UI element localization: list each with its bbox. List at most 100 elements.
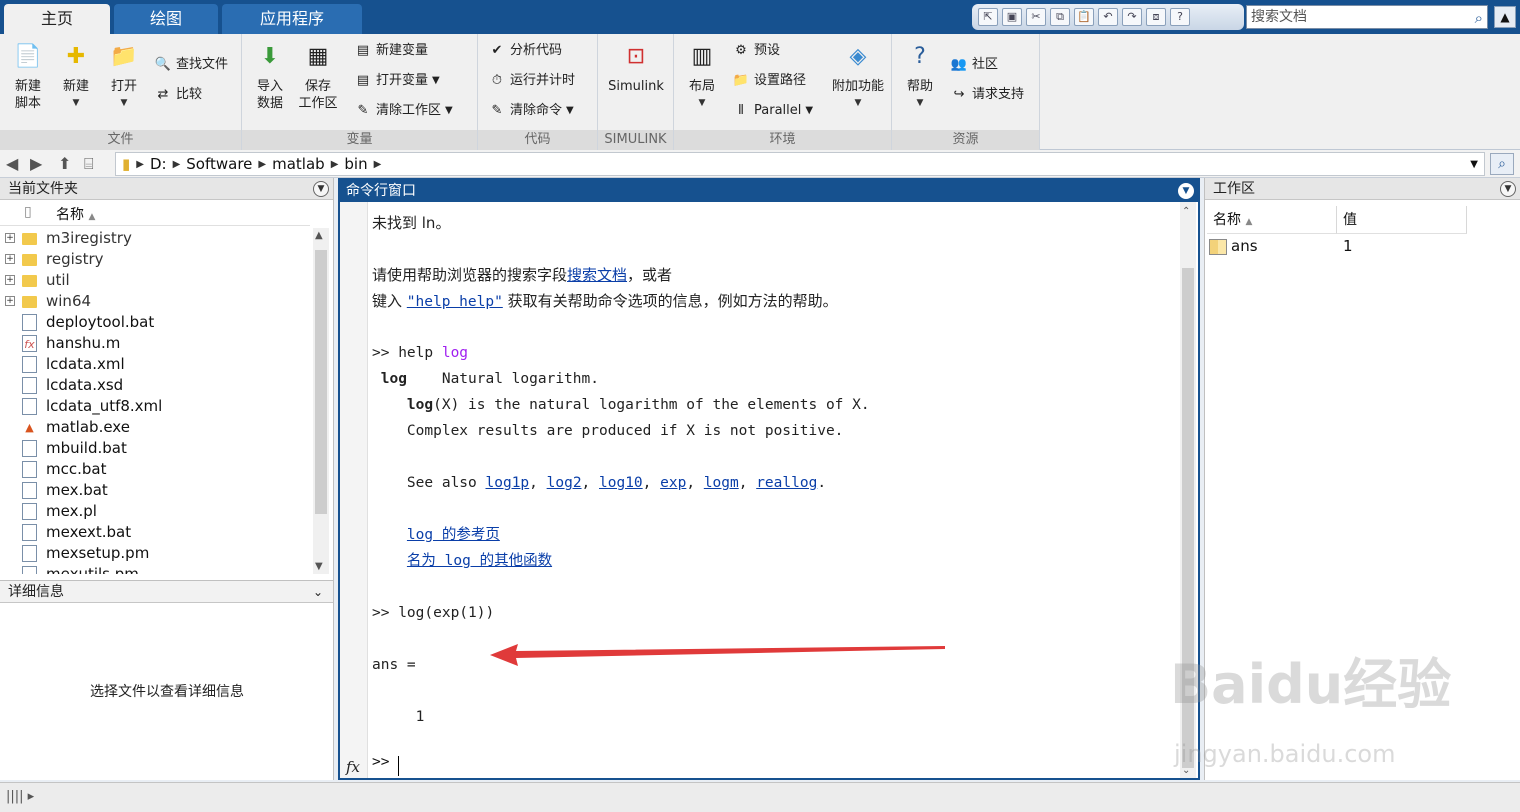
file-item[interactable]: mex.pl bbox=[0, 501, 310, 522]
path-segment[interactable]: Software bbox=[186, 155, 252, 173]
minimize-toolstrip-icon[interactable]: ▲ bbox=[1494, 6, 1516, 28]
chevron-right-icon[interactable]: ▶ bbox=[258, 159, 266, 170]
back-icon[interactable]: ◀ bbox=[6, 154, 18, 173]
open-button[interactable]: 📁 打开 ▼ bbox=[102, 40, 146, 112]
details-header[interactable]: 详细信息 ⌄ bbox=[0, 581, 333, 603]
search-icon[interactable]: ⌕ bbox=[1475, 7, 1483, 29]
folder-item[interactable]: + win64 bbox=[0, 291, 310, 312]
folder-item[interactable]: + registry bbox=[0, 249, 310, 270]
expand-icon[interactable]: + bbox=[5, 254, 15, 264]
file-item[interactable]: ▲ matlab.exe bbox=[0, 417, 310, 438]
other-functions-link[interactable]: 名为 log 的其他函数 bbox=[407, 553, 552, 569]
compare-button[interactable]: ⇄ 比较 bbox=[154, 84, 202, 106]
search-docs-link[interactable]: 搜索文档 bbox=[567, 266, 627, 284]
see-also-link[interactable]: log10 bbox=[599, 475, 643, 491]
file-item[interactable]: mbuild.bat bbox=[0, 438, 310, 459]
tab-home[interactable]: 主页 bbox=[4, 4, 110, 34]
scroll-down-icon[interactable]: ▼ bbox=[315, 561, 323, 572]
request-support-button[interactable]: ↪ 请求支持 bbox=[950, 84, 1024, 106]
path-segment[interactable]: D: bbox=[150, 155, 167, 173]
redo-icon[interactable]: ↷ bbox=[1122, 8, 1142, 26]
folder-item[interactable]: + util bbox=[0, 270, 310, 291]
new-variable-button[interactable]: ▤ 新建变量 bbox=[354, 40, 428, 62]
find-files-button[interactable]: 🔍 查找文件 bbox=[154, 54, 228, 76]
simulink-button[interactable]: ⊡ Simulink bbox=[604, 40, 668, 95]
up-folder-icon[interactable]: ⬆ bbox=[58, 154, 71, 173]
run-and-time-button[interactable]: ⏱ 运行并计时 bbox=[488, 70, 575, 92]
file-list-scrollbar[interactable]: ▲ ▼ bbox=[313, 228, 329, 574]
clear-workspace-button[interactable]: ✎ 清除工作区 ▼ bbox=[354, 100, 453, 122]
parallel-button[interactable]: ⦀ Parallel ▼ bbox=[732, 100, 813, 122]
scroll-up-icon[interactable]: ▲ bbox=[315, 230, 323, 241]
browse-folder-icon[interactable]: ⌸ bbox=[84, 154, 94, 174]
expand-icon[interactable]: + bbox=[5, 275, 15, 285]
save-icon[interactable]: ▣ bbox=[1002, 8, 1022, 26]
see-also-link[interactable]: reallog bbox=[756, 475, 817, 491]
see-also-link[interactable]: logm bbox=[704, 475, 739, 491]
command-scrollbar[interactable]: ⌃ ⌄ bbox=[1180, 202, 1196, 778]
path-segment[interactable]: bin bbox=[344, 155, 367, 173]
forward-icon[interactable]: ▶ bbox=[30, 154, 42, 173]
tab-plots[interactable]: 绘图 bbox=[114, 4, 218, 34]
path-segment[interactable]: matlab bbox=[272, 155, 325, 173]
file-item[interactable]: mexext.bat bbox=[0, 522, 310, 543]
path-field[interactable]: ▮ ▶ D: ▶ Software ▶ matlab ▶ bin ▶ ▼ bbox=[115, 152, 1485, 176]
cut-icon[interactable]: ✂ bbox=[1026, 8, 1046, 26]
command-window[interactable]: 命令行窗口 ▼ 未找到 ln。 请使用帮助浏览器的搜索字段搜索文档，或者 键入 … bbox=[338, 178, 1200, 780]
chevron-right-icon[interactable]: ▶ bbox=[374, 159, 382, 170]
preferences-button[interactable]: ⚙ 预设 bbox=[732, 40, 780, 62]
clear-commands-button[interactable]: ✎ 清除命令 ▼ bbox=[488, 100, 574, 122]
file-item[interactable]: mexutils.pm bbox=[0, 564, 310, 574]
file-item[interactable]: mcc.bat bbox=[0, 459, 310, 480]
chevron-right-icon[interactable]: ▶ bbox=[173, 159, 181, 170]
chevron-down-icon[interactable]: ⌄ bbox=[313, 581, 323, 603]
scroll-down-icon[interactable]: ⌄ bbox=[1182, 765, 1190, 776]
expand-icon[interactable]: + bbox=[5, 296, 15, 306]
column-value[interactable]: 值 bbox=[1337, 206, 1467, 234]
see-also-link[interactable]: log2 bbox=[547, 475, 582, 491]
see-also-link[interactable]: exp bbox=[660, 475, 686, 491]
folder-item[interactable]: + m3iregistry bbox=[0, 228, 310, 249]
panel-menu-icon[interactable]: ▼ bbox=[1500, 181, 1516, 197]
copy-icon[interactable]: ⧉ bbox=[1050, 8, 1070, 26]
help-button[interactable]: ? 帮助 ▼ bbox=[898, 40, 942, 112]
chevron-down-icon[interactable]: ▼ bbox=[1470, 159, 1478, 170]
tab-apps[interactable]: 应用程序 bbox=[222, 4, 362, 34]
open-variable-button[interactable]: ▤ 打开变量 ▼ bbox=[354, 70, 440, 92]
function-browser-icon[interactable]: fx bbox=[346, 758, 360, 776]
file-item[interactable]: mex.bat bbox=[0, 480, 310, 501]
file-item[interactable]: lcdata_utf8.xml bbox=[0, 396, 310, 417]
panel-menu-icon[interactable]: ▼ bbox=[1178, 183, 1194, 199]
file-item[interactable]: deploytool.bat bbox=[0, 312, 310, 333]
workspace-var-row[interactable]: ans bbox=[1209, 234, 1258, 258]
import-data-button[interactable]: ⬇ 导入 数据 bbox=[248, 40, 292, 112]
new-button[interactable]: ✚ 新建 ▼ bbox=[54, 40, 98, 112]
expand-icon[interactable]: + bbox=[5, 233, 15, 243]
search-docs-input[interactable]: 搜索文档 ⌕ bbox=[1246, 5, 1488, 29]
column-name[interactable]: 名称 ▲ bbox=[1207, 206, 1337, 234]
chevron-right-icon[interactable]: ▶ bbox=[136, 159, 144, 170]
scroll-thumb[interactable] bbox=[315, 250, 327, 514]
help-help-link[interactable]: "help help" bbox=[407, 294, 503, 310]
file-column-header[interactable]: ▯ 名称 ▲ bbox=[0, 200, 310, 226]
scroll-thumb[interactable] bbox=[1182, 268, 1194, 768]
file-item[interactable]: lcdata.xml bbox=[0, 354, 310, 375]
see-also-link[interactable]: log1p bbox=[486, 475, 530, 491]
switch-window-icon[interactable]: ⧈ bbox=[1146, 8, 1166, 26]
new-script-button[interactable]: 📄 新建 脚本 bbox=[6, 40, 50, 112]
file-item[interactable]: lcdata.xsd bbox=[0, 375, 310, 396]
set-path-button[interactable]: 📁 设置路径 bbox=[732, 70, 806, 92]
file-item[interactable]: fx hanshu.m bbox=[0, 333, 310, 354]
shortcut-icon[interactable]: ⇱ bbox=[978, 8, 998, 26]
analyze-code-button[interactable]: ✔ 分析代码 bbox=[488, 40, 562, 62]
search-icon[interactable]: ⌕ bbox=[1490, 153, 1514, 175]
addons-button[interactable]: ◈ 附加功能 ▼ bbox=[830, 40, 886, 112]
save-workspace-button[interactable]: ▦ 保存 工作区 bbox=[296, 40, 340, 112]
undo-icon[interactable]: ↶ bbox=[1098, 8, 1118, 26]
help-icon[interactable]: ? bbox=[1170, 8, 1190, 26]
paste-icon[interactable]: 📋 bbox=[1074, 8, 1094, 26]
chevron-right-icon[interactable]: ▶ bbox=[331, 159, 339, 170]
layout-button[interactable]: ▥ 布局 ▼ bbox=[680, 40, 724, 112]
panel-menu-icon[interactable]: ▼ bbox=[313, 181, 329, 197]
reference-page-link[interactable]: log 的参考页 bbox=[407, 527, 500, 543]
